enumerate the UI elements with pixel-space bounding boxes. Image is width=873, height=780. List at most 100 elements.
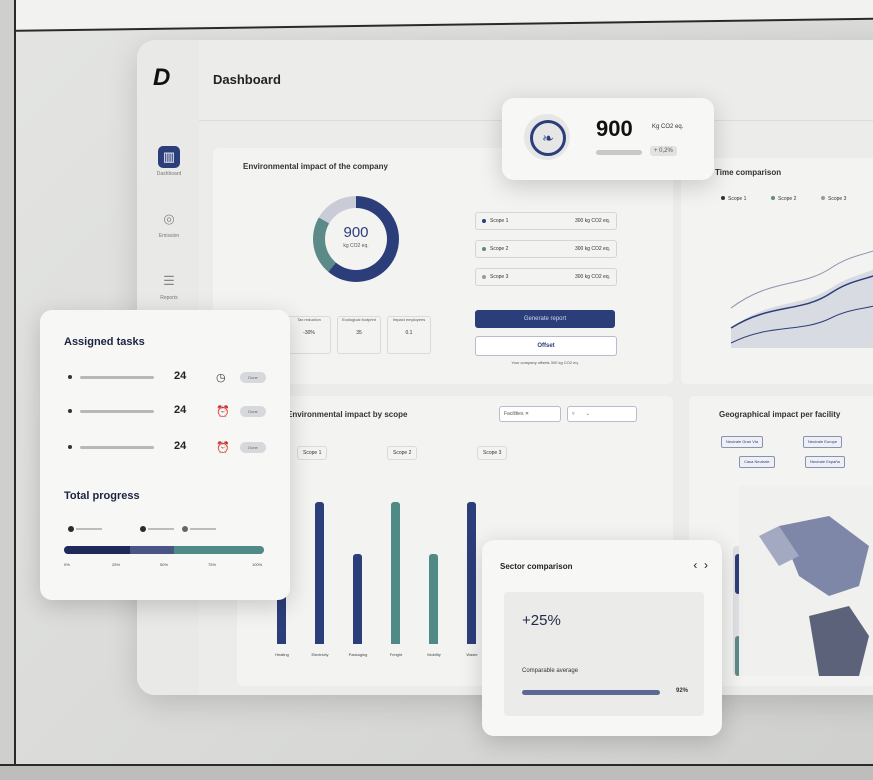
card-title: Geographical impact per facility [719,410,841,419]
legend-label: Scope 1 [728,196,747,202]
legend-label: Scope 3 [828,196,847,202]
donut-unit: kg CO2 eq. [343,243,369,249]
impact-donut-chart: 900 kg CO2 eq. [313,196,399,282]
bar[interactable] [353,554,362,644]
tick-label: 50% [160,562,169,567]
sector-title: Sector comparison [500,562,573,571]
monitor-bezel-left [0,0,16,780]
page-title: Dashboard [213,72,281,87]
sidebar-item-label: Emission [158,233,180,239]
sector-percent: 92% [676,688,689,694]
sidebar-item-reports[interactable]: ☰ Reports [151,270,187,301]
bar-category-label: Packaging [348,652,368,657]
facility-filter[interactable]: Facilities ✕ [499,406,561,422]
tick-label: 75% [208,562,217,567]
legend-label: Scope 2 [778,196,797,202]
leaf-icon: ❧ [530,120,566,156]
stat-label: Impact employees [392,317,426,322]
scope-row[interactable]: Scope 1 300 kg CO2 eq. [475,212,617,230]
task-row[interactable]: 24 ⏰ Done [64,438,274,458]
scope-tag-3[interactable]: Scope 3 [477,446,508,460]
stat-employees: Impact employees 0.1 [387,316,431,354]
world-map [739,486,873,676]
offset-note: Your company offsets 300 kg CO2 eq. [511,360,579,365]
stat-label: Tax reduction [297,317,321,322]
sidebar-item-dashboard[interactable]: ▥ Dashboard [151,146,187,177]
bar-category-label: Mobility [427,652,441,657]
bar[interactable] [467,501,476,644]
stat-label: Ecological footprint [342,317,376,322]
chart-icon: ▥ [158,146,180,168]
progress-marker[interactable] [68,526,102,532]
co2-unit: Kg CO2 eq. [652,124,684,130]
scope-name: Scope 3 [490,274,509,280]
bar[interactable] [429,554,438,644]
sector-nav[interactable]: ‹ › [693,558,708,572]
scope-name: Scope 1 [490,218,509,224]
bar[interactable] [315,501,324,644]
tasks-title: Assigned tasks [64,336,145,348]
scope-row[interactable]: Scope 2 300 kg CO2 eq. [475,240,617,258]
chevron-right-icon[interactable]: › [704,558,708,572]
area-series [731,269,873,348]
tick-label: 25% [112,562,121,567]
legend-scope-3[interactable]: Scope 3 [821,196,846,202]
co2-value: 900 [596,116,633,141]
donut-total: 900 [343,224,369,241]
facility-chip[interactable]: Neutrale Gran Via [721,436,763,448]
chevron-left-icon[interactable]: ‹ [693,558,697,572]
progress-segment [130,546,174,554]
task-row[interactable]: 24 ◷ Done [64,368,274,388]
legend-scope-2[interactable]: Scope 2 [771,196,796,202]
generate-report-button[interactable]: Generate report [475,310,615,328]
scope-name: Scope 2 [490,246,509,252]
co2-delta-badge: + 0,2% [650,146,677,156]
dropdown-select[interactable]: ▿ ⌄ [567,406,637,422]
sector-label: Comparable average [522,668,579,674]
facility-chip[interactable]: Neutrale España [805,456,845,468]
target-icon: ◎ [163,211,175,226]
sidebar-item-emission[interactable]: ◎ Emission [151,208,187,239]
sector-progress-bar [522,690,660,695]
scope-tag-1[interactable]: Scope 1 [297,446,328,460]
legend-scope-1[interactable]: Scope 1 [721,196,746,202]
scope-value: 300 kg CO2 eq. [574,218,610,224]
progress-title: Total progress [64,490,140,502]
card-title: Time comparison [715,168,782,177]
progress-segment [64,546,130,554]
sector-value: +25% [522,612,561,629]
progress-marker[interactable] [182,526,216,532]
offset-button[interactable]: Offset [475,336,617,356]
facility-chip[interactable]: Casa Neutrale [739,456,775,468]
scope-tag-2[interactable]: Scope 2 [387,446,418,460]
sidebar-item-label: Dashboard [156,171,182,177]
alarm-icon: ⏰ [216,406,230,418]
sector-comparison-card: Sector comparison ‹ › +25% Comparable av… [482,540,722,736]
task-count: 24 [174,370,187,382]
stat-tax: Tax reduction -30% [287,316,331,354]
time-comparison-card: Time comparison Scope 1 Scope 2 Scope 3 [681,158,873,384]
progress-segment [174,546,264,554]
bar-category-label: Heating [275,652,289,657]
assigned-tasks-card: Assigned tasks 24 ◷ Done 24 ⏰ Done 24 ⏰ … [40,310,290,600]
co2-summary-card: ❧ 900 Kg CO2 eq. + 0,2% [502,98,714,180]
scope-value: 300 kg CO2 eq. [574,274,610,280]
stat-footprint: Ecological footprint 35 [337,316,381,354]
progress-marker[interactable] [140,526,174,532]
bar-category-label: Freight [389,652,403,657]
filter-label: Facilities [504,411,524,417]
bar[interactable] [391,501,400,644]
app-logo: D [153,64,171,91]
facility-chip[interactable]: Neutrale Europe [803,436,843,448]
scope-row[interactable]: Scope 3 300 kg CO2 eq. [475,268,617,286]
sidebar-item-label: Reports [160,295,178,301]
task-status: Done [240,372,266,383]
bar-category-label: Electricity [311,652,329,657]
monitor-bezel-top [0,0,873,32]
scope-value: 300 kg CO2 eq. [574,246,610,252]
alarm-icon: ⏰ [216,442,230,454]
task-row[interactable]: 24 ⏰ Done [64,402,274,422]
time-line-chart [730,250,873,348]
monitor-bezel-bottom [0,764,873,780]
tick-label: 100% [252,562,263,567]
